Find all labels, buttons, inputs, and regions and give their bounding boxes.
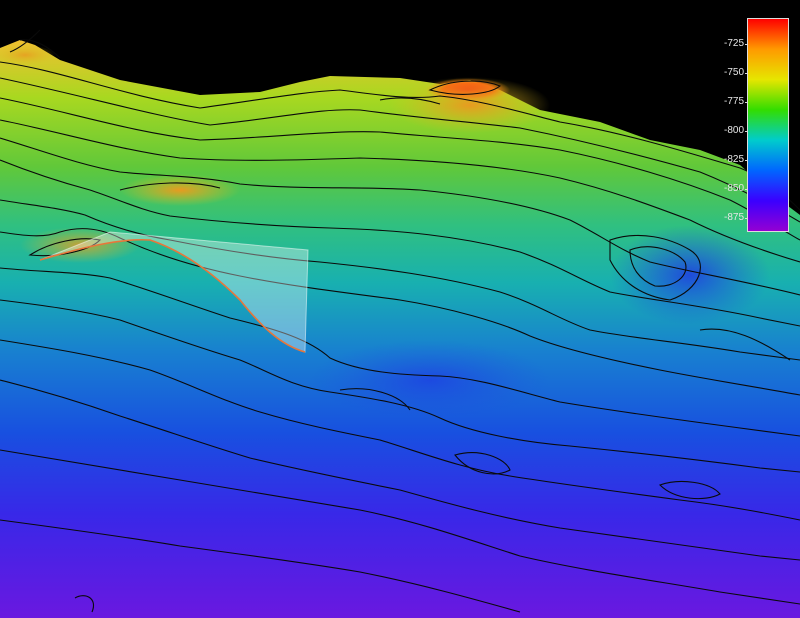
depth-legend: -725 -750 -775 -800 -825 -850 -875 — [722, 14, 792, 236]
legend-label-750: -750 — [723, 67, 744, 78]
legend-tick — [745, 131, 748, 132]
peak-orange-area — [390, 77, 550, 133]
terrain-surface — [0, 40, 800, 618]
ridge-orange-area — [120, 174, 240, 206]
legend-tick — [745, 160, 748, 161]
legend-label-875: -875 — [723, 212, 744, 223]
legend-tick — [745, 73, 748, 74]
legend-label-825: -825 — [723, 154, 744, 165]
legend-label-775: -775 — [723, 96, 744, 107]
legend-tick — [745, 189, 748, 190]
legend-tick — [745, 218, 748, 219]
legend-label-850: -850 — [723, 183, 744, 194]
blue-depression-2 — [310, 340, 550, 420]
legend-label-725: -725 — [723, 38, 744, 49]
depth-color-bar — [747, 18, 789, 232]
legend-tick — [745, 44, 748, 45]
legend-label-800: -800 — [723, 125, 744, 136]
legend-tick — [745, 102, 748, 103]
blue-depression — [610, 225, 770, 325]
bathymetry-map — [0, 29, 800, 618]
